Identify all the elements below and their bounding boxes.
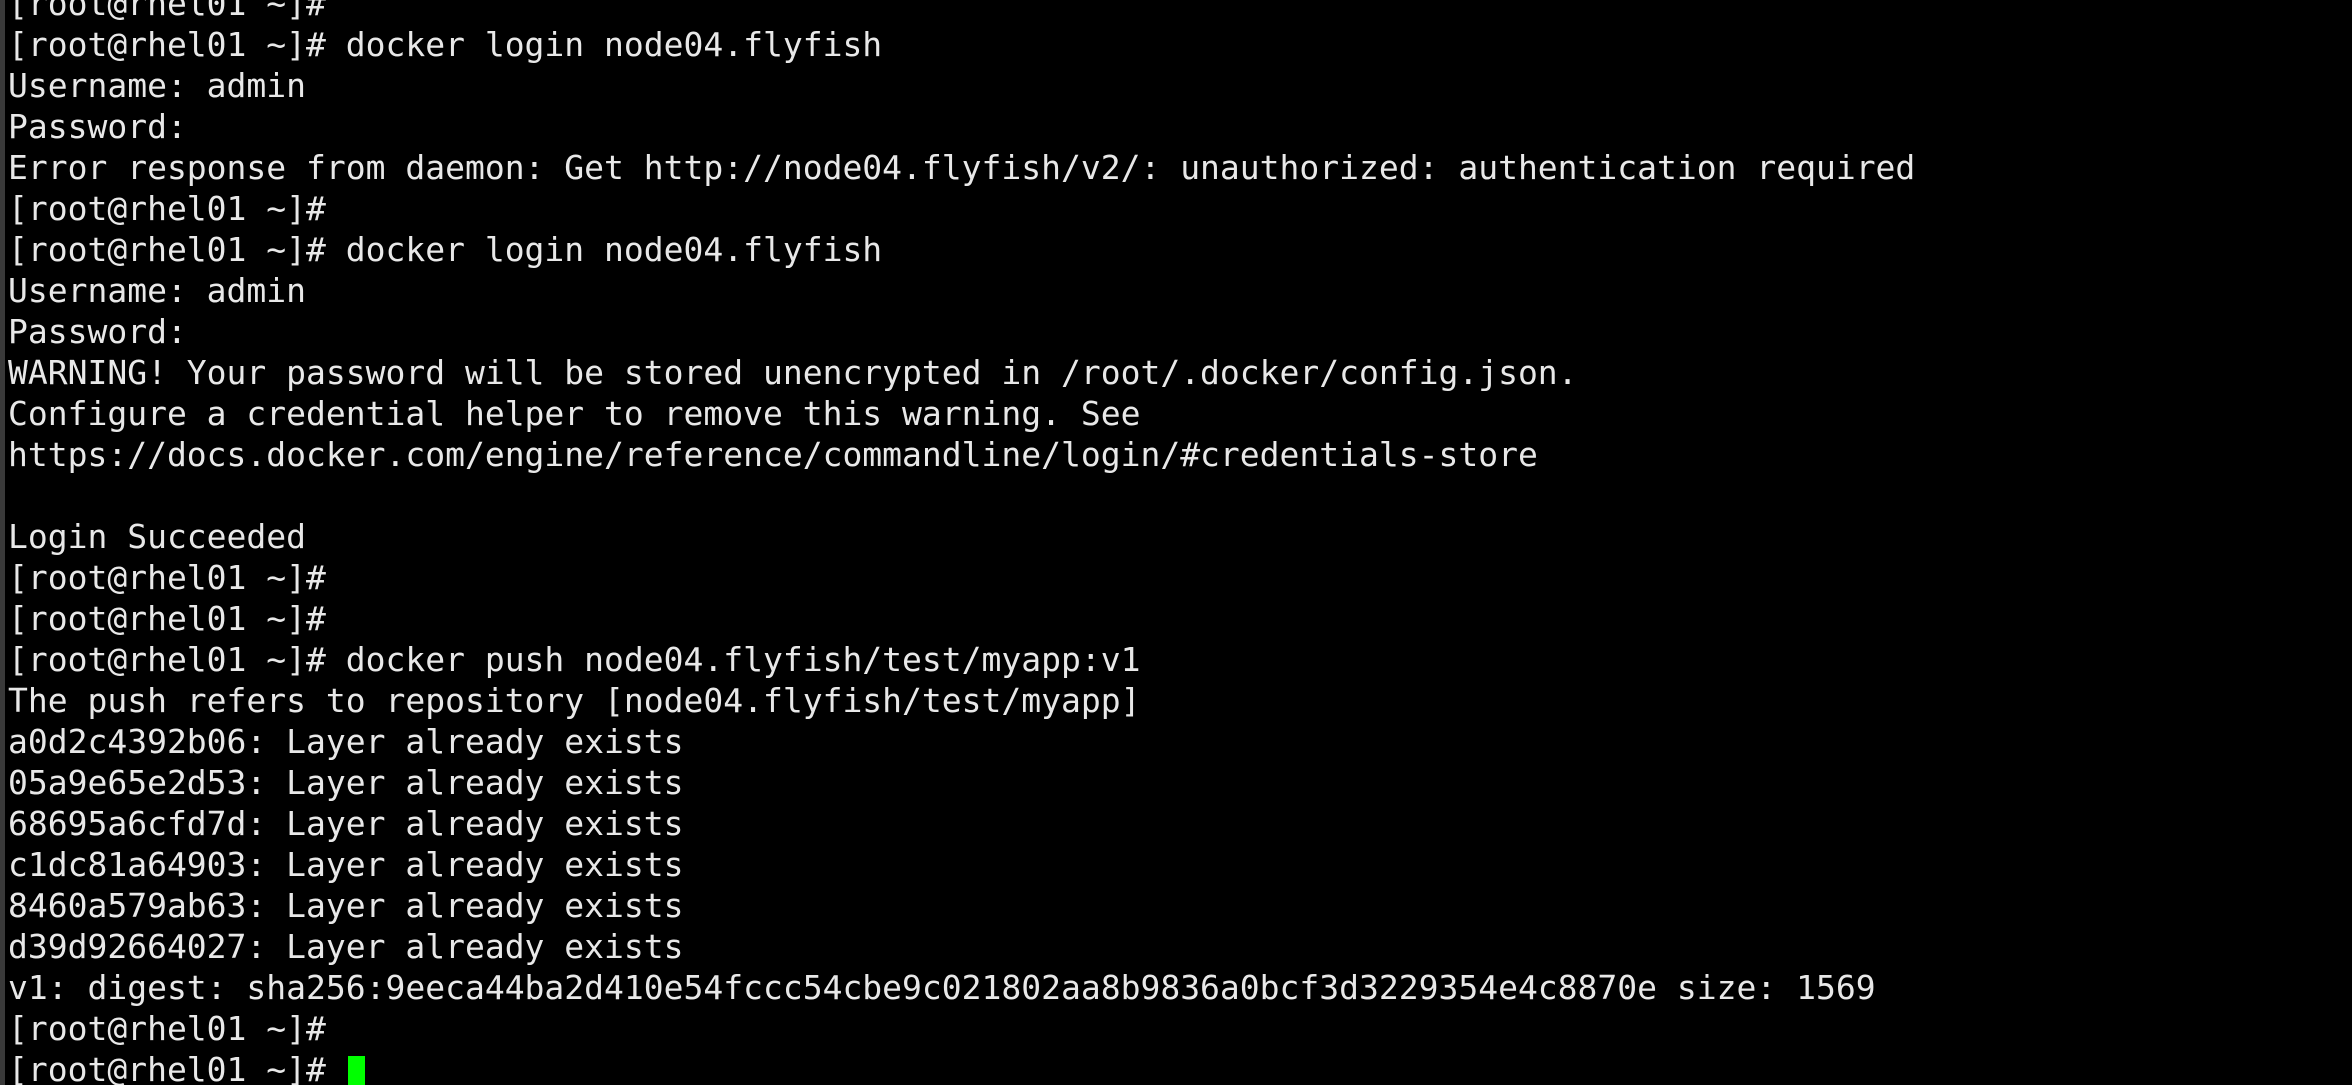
terminal-line: Username: admin: [8, 271, 307, 310]
terminal-prompt-line[interactable]: [root@rhel01 ~]#: [0, 1049, 2352, 1085]
terminal-line: [root@rhel01 ~]#: [8, 558, 326, 597]
terminal-line: Password:: [8, 107, 187, 146]
terminal-output-area[interactable]: [root@rhel01 ~]# [root@rhel01 ~]# docker…: [0, 0, 2352, 1085]
terminal-line: Username: admin: [8, 66, 307, 105]
text-cursor: [347, 1056, 365, 1085]
terminal-line: [root@rhel01 ~]# docker login node04.fly…: [8, 25, 883, 64]
terminal-line: a0d2c4392b06: Layer already exists: [8, 722, 684, 761]
terminal-window[interactable]: [root@rhel01 ~]# [root@rhel01 ~]# docker…: [0, 0, 2352, 1085]
terminal-line: c1dc81a64903: Layer already exists: [8, 845, 684, 884]
terminal-line: WARNING! Your password will be stored un…: [8, 353, 1578, 392]
terminal-line: Error response from daemon: Get http://n…: [8, 148, 1916, 187]
terminal-line: [root@rhel01 ~]#: [8, 0, 326, 23]
terminal-line: [root@rhel01 ~]#: [8, 189, 326, 228]
terminal-line: d39d92664027: Layer already exists: [8, 927, 684, 966]
terminal-line: https://docs.docker.com/engine/reference…: [8, 435, 1538, 474]
terminal-line: [root@rhel01 ~]#: [8, 599, 326, 638]
terminal-line: 8460a579ab63: Layer already exists: [8, 886, 684, 925]
shell-prompt: [root@rhel01 ~]#: [8, 1050, 346, 1085]
terminal-line: [root@rhel01 ~]# docker push node04.flyf…: [8, 640, 1141, 679]
terminal-line: The push refers to repository [node04.fl…: [8, 681, 1141, 720]
terminal-line: v1: digest: sha256:9eeca44ba2d410e54fccc…: [8, 968, 1876, 1007]
window-left-edge: [0, 0, 5, 1085]
terminal-line: 68695a6cfd7d: Layer already exists: [8, 804, 684, 843]
terminal-line: Configure a credential helper to remove …: [8, 394, 1141, 433]
terminal-line: 05a9e65e2d53: Layer already exists: [8, 763, 684, 802]
terminal-line: [root@rhel01 ~]#: [8, 1009, 326, 1048]
terminal-line: Password:: [8, 312, 187, 351]
terminal-line: [root@rhel01 ~]# docker login node04.fly…: [8, 230, 883, 269]
terminal-line: Login Succeeded: [8, 517, 307, 556]
